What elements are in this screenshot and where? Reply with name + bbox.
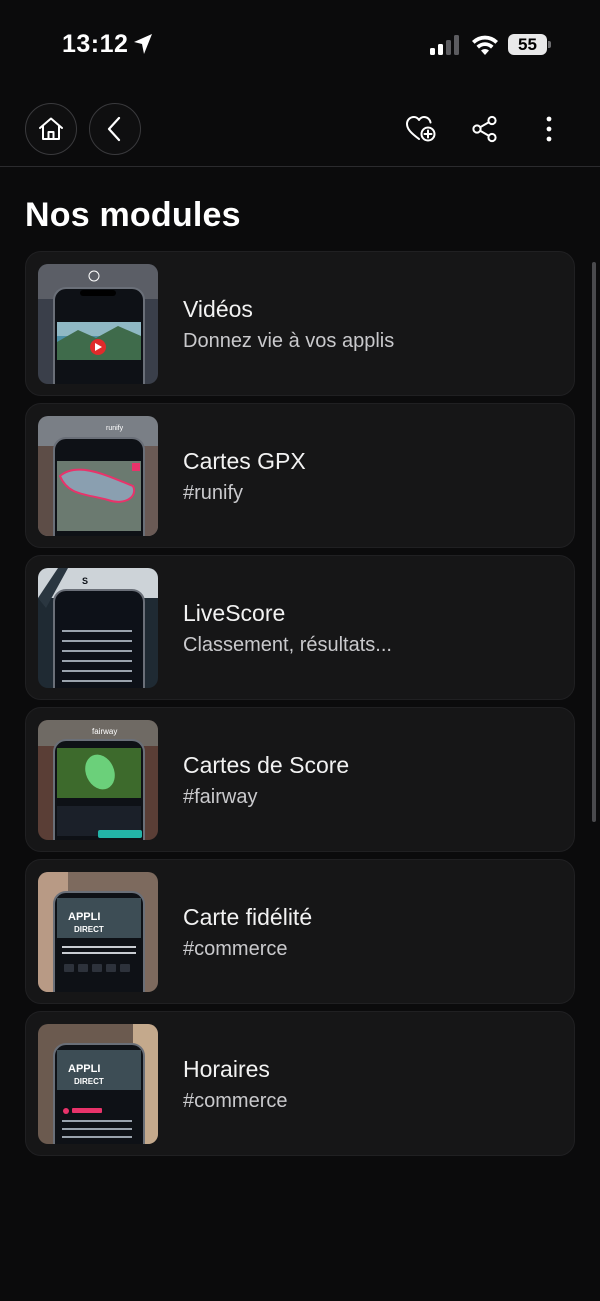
module-title: LiveScore [183, 600, 286, 626]
page-title: Nos modules [25, 196, 241, 234]
favorite-add-icon [406, 116, 436, 142]
location-arrow-icon [134, 34, 152, 54]
module-title: Cartes de Score [183, 752, 350, 778]
svg-text:S: S [82, 576, 88, 586]
module-card-horaires[interactable]: APPLI DIRECT Horaires #commerce [25, 1011, 575, 1156]
svg-text:DIRECT: DIRECT [74, 925, 104, 934]
module-thumbnail: fairway [38, 720, 158, 840]
module-card-carte-fidelite[interactable]: APPLI DIRECT Carte fidélité #commerce [25, 859, 575, 1004]
module-title: Carte fidélité [183, 904, 313, 930]
svg-text:APPLI: APPLI [68, 911, 100, 923]
back-button[interactable] [89, 103, 141, 155]
module-thumbnail: runify [38, 416, 158, 536]
status-bar: 13:12 55 [0, 0, 600, 90]
module-card-livescore[interactable]: S LiveScore Classement, résultats... [25, 555, 575, 700]
svg-text:fairway: fairway [92, 727, 117, 736]
status-time: 13:12 [62, 30, 129, 58]
home-icon [39, 117, 63, 140]
module-subtitle: Classement, résultats... [183, 634, 392, 656]
module-title: Horaires [183, 1056, 270, 1082]
more-options-button[interactable] [533, 113, 565, 145]
module-title: Cartes GPX [183, 448, 306, 474]
module-thumbnail [38, 264, 158, 384]
module-card-cartes-gpx[interactable]: runify Cartes GPX #runify [25, 403, 575, 548]
more-vertical-icon [546, 116, 552, 142]
battery-icon: 55 [508, 34, 551, 55]
module-subtitle: Donnez vie à vos applis [183, 330, 395, 352]
module-thumbnail: APPLI DIRECT [38, 872, 158, 992]
module-thumbnail: APPLI DIRECT [38, 1024, 158, 1144]
module-card-cartes-de-score[interactable]: fairway Cartes de Score #fairway [25, 707, 575, 852]
module-thumbnail: S [38, 568, 158, 688]
module-title: Vidéos [183, 296, 253, 322]
battery-level: 55 [518, 35, 537, 54]
scrollbar[interactable] [592, 262, 596, 822]
share-icon [472, 115, 497, 143]
share-button[interactable] [469, 113, 501, 145]
back-chevron-icon [107, 116, 121, 142]
top-nav-bar [0, 95, 600, 167]
cellular-signal-icon [430, 35, 459, 55]
module-card-videos[interactable]: Vidéos Donnez vie à vos applis [25, 251, 575, 396]
module-subtitle: #fairway [183, 786, 258, 808]
module-subtitle: #commerce [183, 1090, 288, 1112]
svg-text:runify: runify [106, 425, 124, 432]
module-subtitle: #commerce [183, 938, 288, 960]
svg-text:DIRECT: DIRECT [74, 1077, 104, 1086]
module-subtitle: #runify [183, 482, 244, 504]
favorite-add-button[interactable] [405, 113, 437, 145]
wifi-icon [472, 35, 498, 55]
svg-text:APPLI: APPLI [68, 1063, 100, 1075]
home-button[interactable] [25, 103, 77, 155]
